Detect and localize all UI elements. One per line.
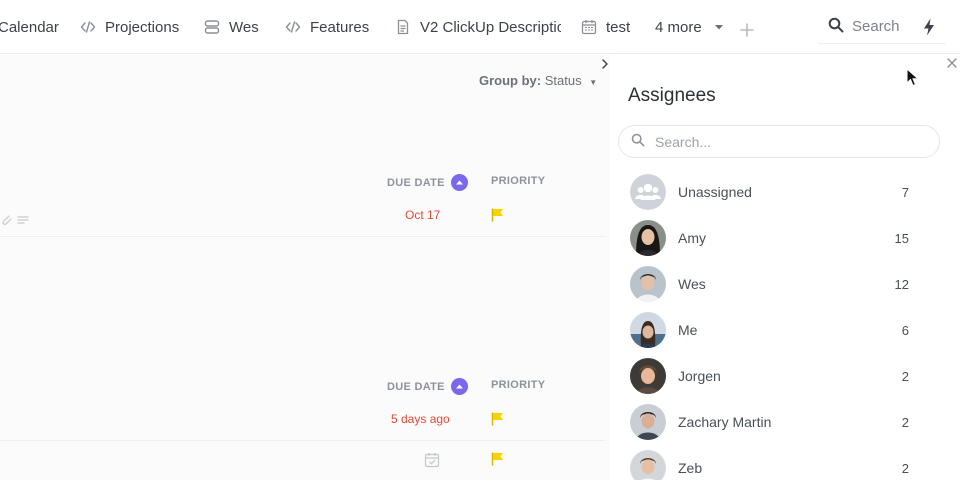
view-tab-bar: Calendar Projections Wes Features V2 Cli — [0, 0, 960, 54]
assignee-row-me[interactable]: Me 6 — [610, 307, 960, 353]
tab-v2-clickup-description[interactable]: V2 ClickUp Description — [395, 0, 561, 54]
avatar — [630, 450, 666, 480]
attachment-icon — [0, 212, 30, 225]
caret-down-icon: ▼ — [589, 78, 598, 87]
group-by-control[interactable]: Group by: Status ▼ — [479, 73, 597, 88]
group-by-value: Status — [544, 73, 582, 88]
avatar — [630, 358, 666, 394]
top-search-label: Search — [852, 18, 900, 35]
avatar — [630, 266, 666, 302]
sort-ascending-icon[interactable] — [450, 378, 468, 395]
assignee-name: Zeb — [678, 460, 703, 476]
sort-ascending-icon[interactable] — [450, 174, 468, 191]
assignee-name: Wes — [678, 276, 706, 292]
due-date-cell[interactable]: Oct 17 — [405, 208, 440, 222]
assignee-list: Unassigned 7 Amy 15 Wes 12 Me 6 Jorgen 2… — [610, 169, 960, 480]
assignee-row-zachary-martin[interactable]: Zachary Martin 2 — [610, 399, 960, 445]
avatar — [630, 312, 666, 348]
due-date-column-header[interactable]: DUE DATE — [387, 174, 468, 191]
tab-calendar-label: Calendar — [0, 18, 59, 36]
more-tabs-dropdown[interactable]: 4 more — [655, 0, 727, 54]
assignee-search-input[interactable]: Search... — [618, 125, 940, 158]
tab-wes[interactable]: Wes — [204, 0, 259, 54]
assignee-name: Jorgen — [678, 368, 721, 384]
assignee-count: 12 — [894, 276, 909, 292]
app-window: Calendar Projections Wes Features V2 Cli — [0, 0, 960, 480]
tab-wes-label: Wes — [229, 18, 259, 36]
due-date-cell[interactable]: 5 days ago — [391, 412, 450, 426]
calendar-check-icon[interactable] — [424, 452, 440, 468]
unassigned-group-icon — [630, 174, 666, 210]
tab-features-label: Features — [310, 18, 370, 36]
priority-flag-icon[interactable] — [491, 208, 505, 222]
search-icon — [828, 17, 844, 37]
close-panel-icon[interactable] — [945, 56, 959, 70]
document-icon — [395, 19, 411, 35]
assignee-count: 6 — [901, 322, 909, 338]
row-divider — [0, 440, 605, 441]
priority-flag-icon[interactable] — [491, 452, 505, 466]
due-date-header-label: DUE DATE — [387, 176, 445, 189]
avatar — [630, 220, 666, 256]
tab-v2-label: V2 ClickUp Description — [420, 18, 561, 36]
assignee-row-jorgen[interactable]: Jorgen 2 — [610, 353, 960, 399]
task-list-area: Group by: Status ▼ DUE DATE PRIORITY Oct… — [0, 55, 610, 480]
assignee-row-wes[interactable]: Wes 12 — [610, 261, 960, 307]
due-date-column-header[interactable]: DUE DATE — [387, 378, 468, 395]
assignee-count: 2 — [901, 460, 909, 476]
due-date-header-label: DUE DATE — [387, 380, 445, 393]
more-tabs-label: 4 more — [655, 18, 702, 36]
tab-features[interactable]: Features — [285, 0, 369, 54]
assignees-panel: Assignees Search... Unassigned 7 Amy 15 — [610, 55, 960, 480]
tab-test-label: test — [606, 18, 631, 36]
add-view-plus-icon[interactable] — [739, 22, 755, 38]
group-by-label: Group by: — [479, 73, 542, 88]
chevron-down-icon — [711, 19, 727, 35]
tab-calendar[interactable]: Calendar — [0, 0, 59, 54]
code-icon — [285, 19, 301, 35]
assignee-row-unassigned[interactable]: Unassigned 7 — [610, 169, 960, 215]
assignee-count: 7 — [901, 184, 909, 200]
assignee-count: 2 — [901, 368, 909, 384]
assignee-search-placeholder: Search... — [655, 133, 712, 150]
panel-title: Assignees — [628, 85, 716, 106]
search-icon — [631, 133, 645, 150]
priority-flag-icon[interactable] — [491, 412, 505, 426]
assignee-name: Amy — [678, 230, 706, 246]
calendar-icon — [581, 19, 597, 35]
priority-column-header[interactable]: PRIORITY — [491, 379, 545, 391]
mouse-pointer-icon — [906, 67, 920, 88]
assignee-count: 15 — [894, 230, 909, 246]
assignee-name: Unassigned — [678, 184, 752, 200]
tab-test[interactable]: test — [581, 0, 630, 54]
assignee-name: Me — [678, 322, 698, 338]
database-icon — [204, 19, 220, 35]
tab-projections[interactable]: Projections — [80, 0, 179, 54]
lightning-bolt-icon[interactable] — [922, 18, 936, 36]
avatar — [630, 404, 666, 440]
assignee-row-zeb[interactable]: Zeb 2 — [610, 445, 960, 480]
tab-projections-label: Projections — [105, 18, 180, 36]
assignee-row-amy[interactable]: Amy 15 — [610, 215, 960, 261]
code-icon — [80, 19, 96, 35]
assignee-count: 2 — [901, 414, 909, 430]
row-divider — [0, 236, 605, 237]
priority-header-label: PRIORITY — [491, 175, 546, 187]
priority-column-header[interactable]: PRIORITY — [491, 175, 545, 187]
priority-header-label: PRIORITY — [491, 379, 546, 391]
assignee-name: Zachary Martin — [678, 414, 772, 430]
